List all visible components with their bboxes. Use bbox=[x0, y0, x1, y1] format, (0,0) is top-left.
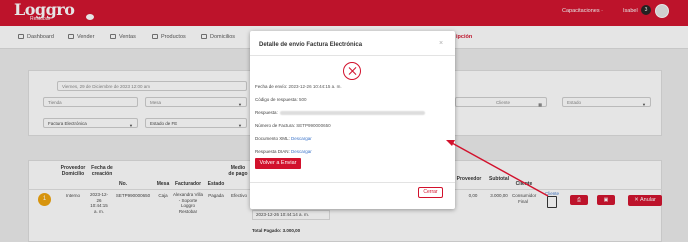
annotation-arrow bbox=[446, 140, 549, 197]
arrow-head bbox=[446, 140, 455, 146]
arrow-line bbox=[451, 142, 549, 197]
